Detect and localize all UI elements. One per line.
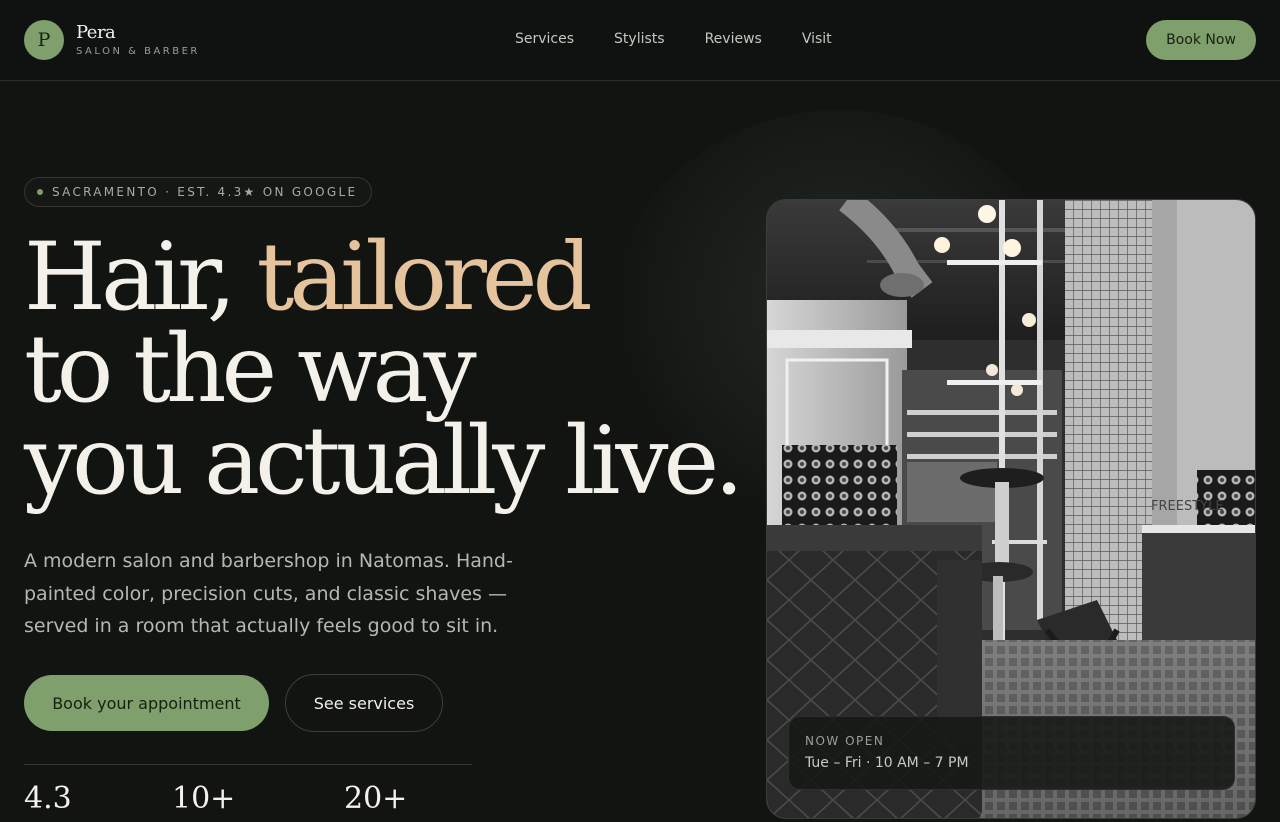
salon-sign-text: FREESTYLE [1151,499,1224,514]
status-dot-icon [37,189,43,195]
stat-rating: 4.3 [24,781,72,816]
stat-stylists: 20+ [344,781,408,816]
stats-row: 4.3 10+ 20+ [24,782,472,822]
site-header: P Pera SALON & BARBER Services Stylists … [0,0,1280,81]
stats-divider [24,764,472,765]
book-appointment-button[interactable]: Book your appointment [24,675,269,731]
logo-text: Pera SALON & BARBER [76,22,200,59]
opening-hours: Tue – Fri · 10 AM – 7 PM [805,755,969,771]
nav-link-reviews[interactable]: Reviews [705,30,762,48]
see-services-button[interactable]: See services [285,674,443,732]
nav-link-services[interactable]: Services [515,30,574,48]
location-badge: SACRAMENTO · EST. 4.3★ ON GOOGLE [24,177,373,207]
stat-years: 10+ [172,781,236,816]
brand-logo[interactable]: P Pera SALON & BARBER [24,20,200,60]
nav-link-stylists[interactable]: Stylists [614,30,665,48]
logo-mark: P [24,20,64,60]
headline-line-3: you actually live. [24,407,744,516]
hours-card: NOW OPEN Tue – Fri · 10 AM – 7 PM [788,716,1235,790]
main-nav: Services Stylists Reviews Visit [515,30,832,48]
open-status-label: NOW OPEN [805,734,885,748]
brand-tagline: SALON & BARBER [76,45,200,57]
badge-text: SACRAMENTO · EST. 4.3★ ON GOOGLE [52,185,358,199]
headline-line-2: to the way [24,315,477,424]
hero-description: A modern salon and barbershop in Natomas… [24,550,513,637]
nav-link-visit[interactable]: Visit [802,30,832,48]
headline-line-1: Hair, tailored [24,231,744,325]
hero-headline: Hair, tailored to the way you actually l… [24,231,744,516]
brand-name: Pera [76,21,116,43]
book-now-button[interactable]: Book Now [1146,20,1256,60]
